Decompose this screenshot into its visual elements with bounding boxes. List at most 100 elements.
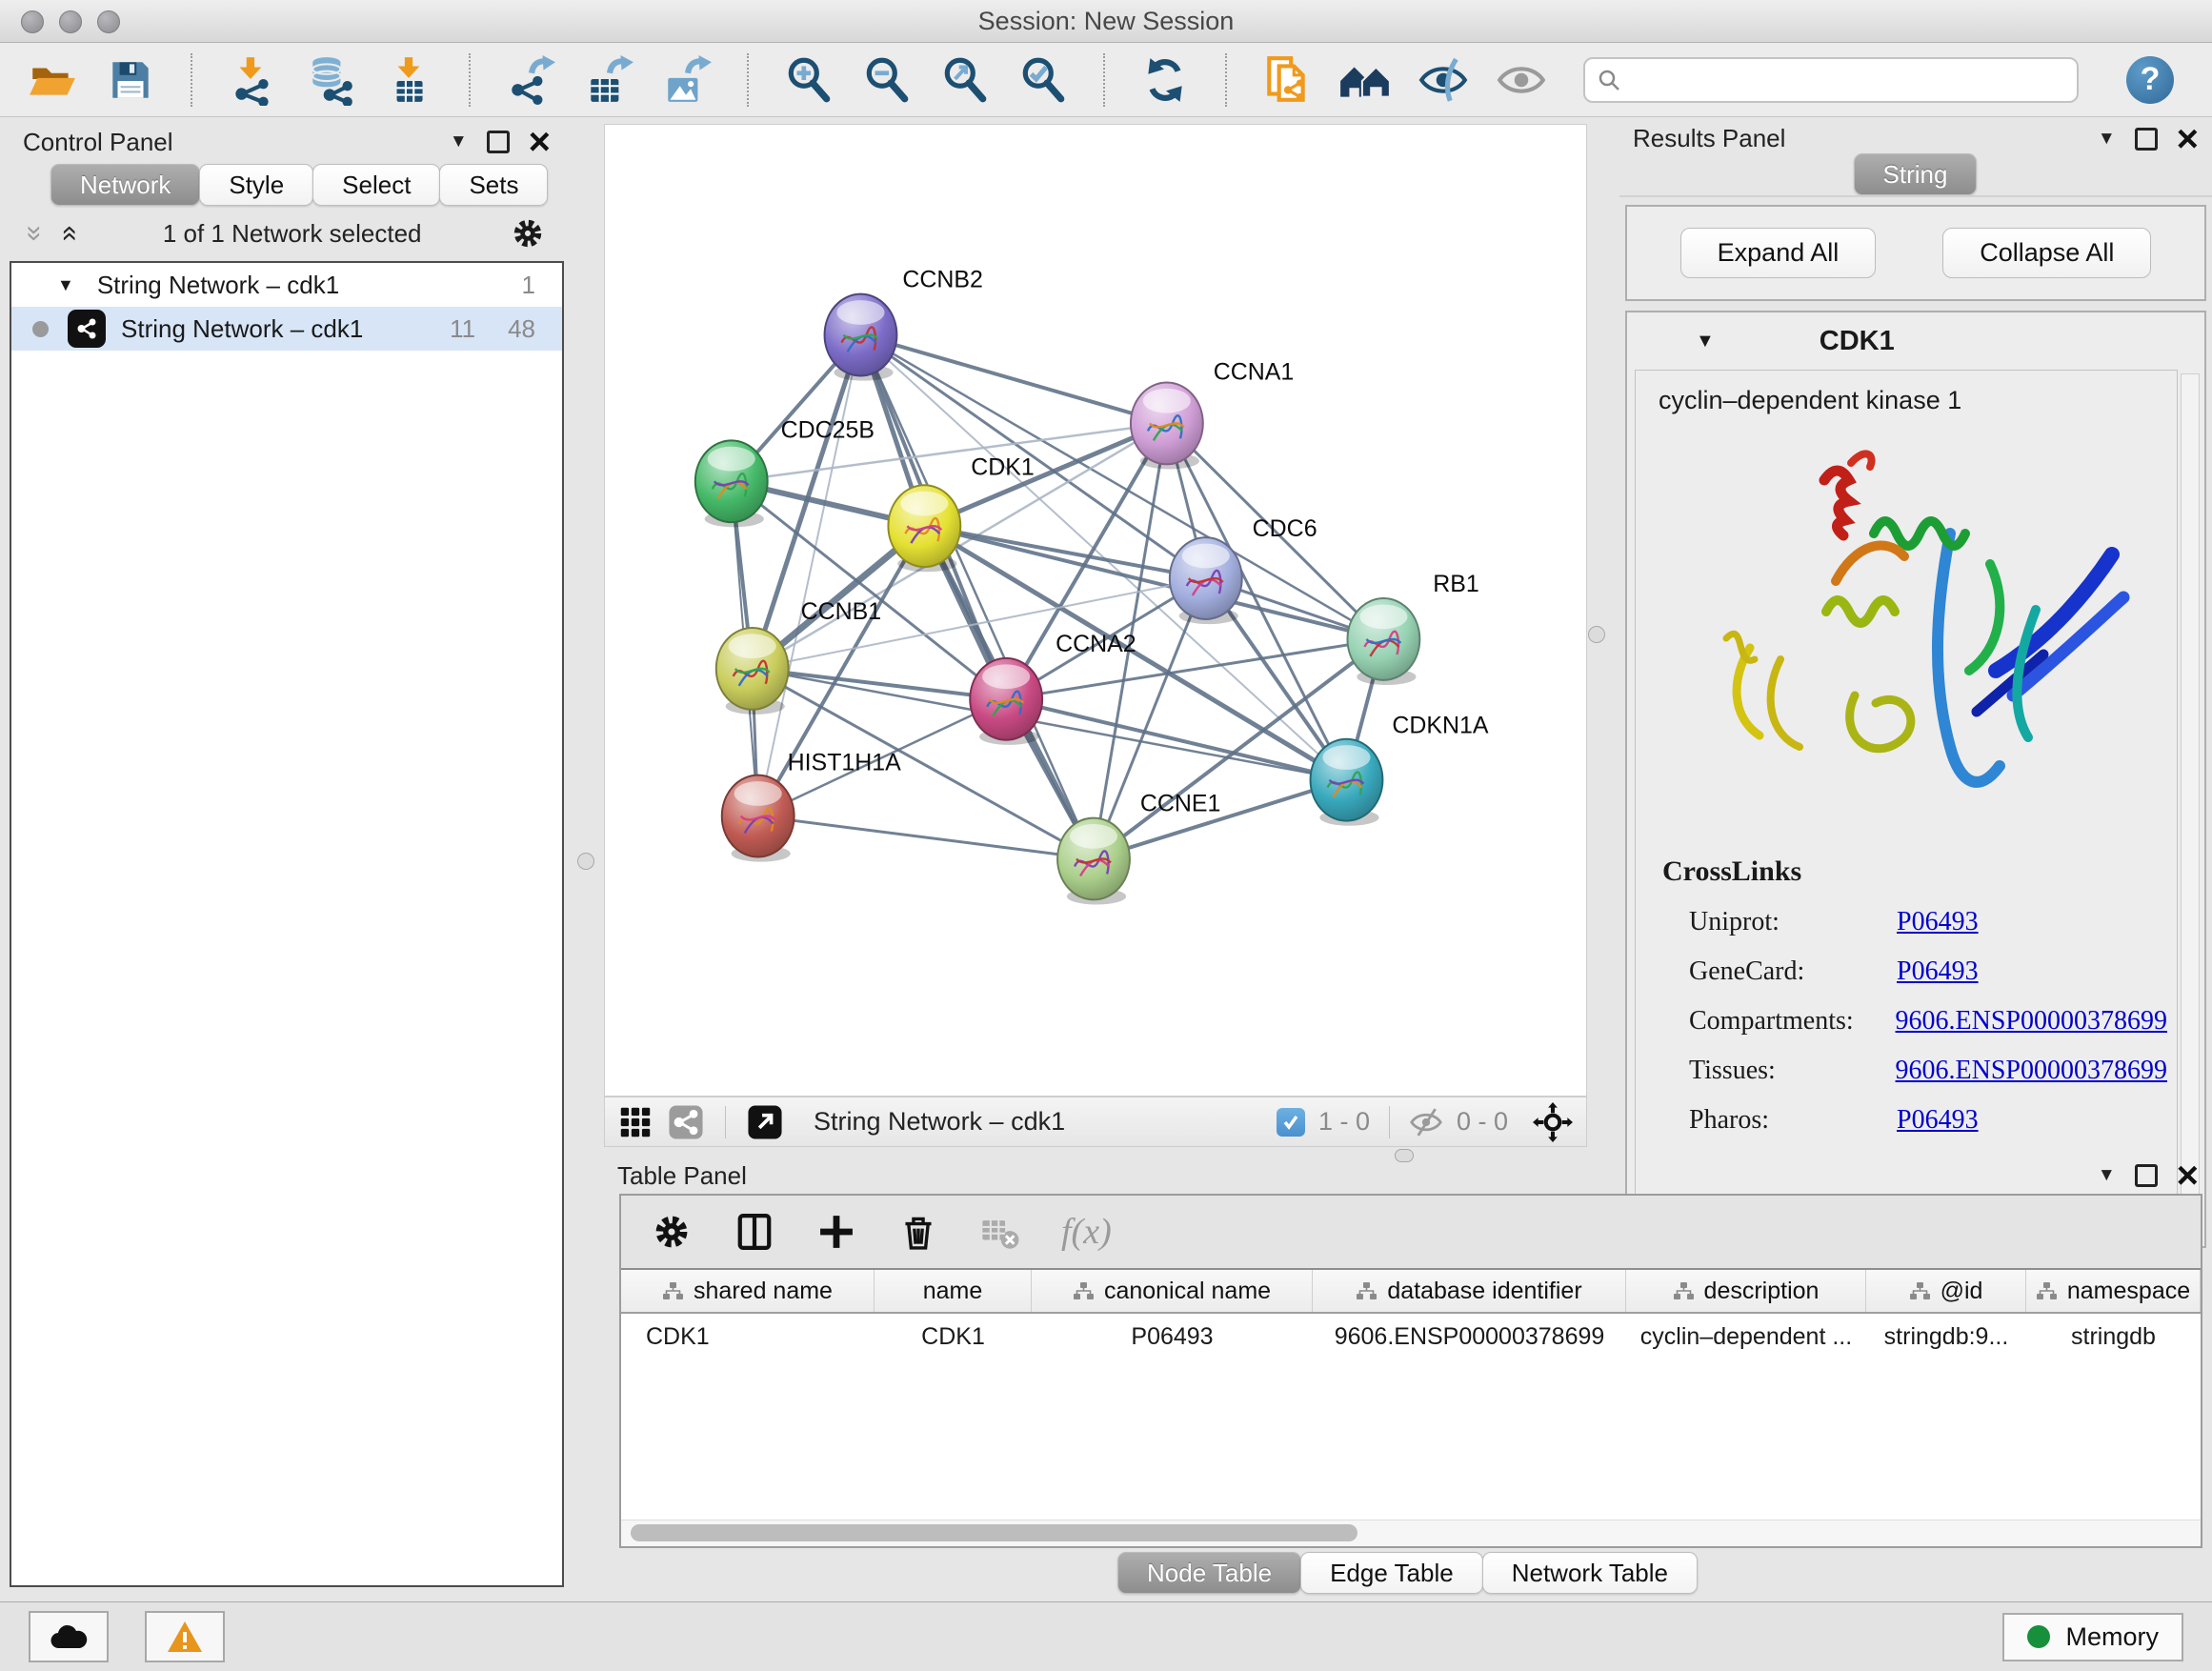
protein-collapse-icon[interactable]: ▼: [1696, 331, 1715, 352]
export-network-icon[interactable]: [503, 52, 558, 108]
delete-column-icon[interactable]: [897, 1211, 939, 1253]
network-options-gear-icon[interactable]: [509, 214, 547, 252]
left-splitter-handle[interactable]: [577, 853, 594, 870]
network-node-CDC6[interactable]: [1170, 537, 1242, 624]
network-graph[interactable]: CCNB2CCNA1CDC25BCDK1CDC6RB1CCNB1CCNA2CDK…: [605, 125, 1586, 1096]
network-edge-CCNB2-RB1[interactable]: [860, 335, 1383, 639]
cell-name[interactable]: CDK1: [875, 1323, 1032, 1351]
collapse-all-button[interactable]: Collapse All: [1942, 228, 2151, 278]
crosslink-pharos[interactable]: P06493: [1897, 1105, 1979, 1136]
panel-float-icon[interactable]: [2135, 128, 2158, 151]
column-header[interactable]: canonical name: [1032, 1270, 1313, 1312]
tab-sets[interactable]: Sets: [439, 164, 548, 206]
import-table-from-file-icon[interactable]: [381, 52, 436, 108]
zoom-out-icon[interactable]: [859, 52, 915, 108]
hide-panel-eye-icon[interactable]: [1416, 52, 1471, 108]
detach-view-icon[interactable]: [747, 1104, 783, 1140]
network-edge-CCNB2-CCNA1[interactable]: [860, 335, 1166, 424]
network-node-CCNE1[interactable]: [1057, 818, 1130, 905]
tab-string[interactable]: String: [1854, 153, 1978, 195]
panel-close-icon[interactable]: ×: [2177, 126, 2199, 152]
column-header[interactable]: namespace: [2026, 1270, 2201, 1312]
expand-all-button[interactable]: Expand All: [1680, 228, 1877, 278]
network-collection-row[interactable]: ▼ String Network – cdk1 1: [11, 263, 562, 307]
crosslink-uniprot[interactable]: P06493: [1897, 907, 1979, 937]
network-node-CCNB1[interactable]: [716, 628, 789, 715]
column-header[interactable]: description: [1626, 1270, 1866, 1312]
cell-shared-name[interactable]: CDK1: [621, 1323, 875, 1351]
help-button[interactable]: ?: [2126, 56, 2174, 104]
cell-namespace[interactable]: stringdb: [2026, 1323, 2201, 1351]
network-edge-CCNB1-CCNA2[interactable]: [753, 669, 1006, 699]
zoom-fit-icon[interactable]: [937, 52, 993, 108]
network-edge-CCNB2-CCNE1[interactable]: [860, 335, 1094, 859]
search-box[interactable]: [1583, 57, 2079, 103]
show-eye-icon[interactable]: [1494, 52, 1549, 108]
network-node-HIST1H1A[interactable]: [722, 775, 794, 862]
table-row[interactable]: CDK1 CDK1 P06493 9606.ENSP00000378699 cy…: [621, 1314, 2201, 1359]
export-image-icon[interactable]: [659, 52, 714, 108]
panel-float-icon[interactable]: [487, 131, 510, 153]
import-network-from-database-icon[interactable]: [303, 52, 358, 108]
selected-items-checkbox[interactable]: [1277, 1108, 1305, 1137]
warnings-button[interactable]: [145, 1611, 225, 1662]
memory-button[interactable]: Memory: [2002, 1613, 2183, 1661]
panel-close-icon[interactable]: ×: [2177, 1162, 2199, 1189]
crosslink-genecard[interactable]: P06493: [1897, 956, 1979, 987]
network-view-canvas[interactable]: CCNB2CCNA1CDC25BCDK1CDC6RB1CCNB1CCNA2CDK…: [604, 124, 1587, 1097]
export-table-icon[interactable]: [581, 52, 636, 108]
network-node-CCNA1[interactable]: [1131, 382, 1203, 469]
cloud-services-button[interactable]: [29, 1611, 109, 1662]
crosslink-compartments[interactable]: 9606.ENSP00000378699: [1896, 1006, 2167, 1037]
tab-edge-table[interactable]: Edge Table: [1300, 1552, 1483, 1594]
tab-select[interactable]: Select: [312, 164, 440, 206]
string-import-icon[interactable]: [1259, 52, 1315, 108]
scrollbar-thumb[interactable]: [631, 1524, 1357, 1541]
network-row[interactable]: String Network – cdk1 11 48: [11, 307, 562, 351]
hidden-items-eye-icon[interactable]: [1409, 1105, 1443, 1139]
search-input[interactable]: [1629, 65, 2065, 94]
add-column-icon[interactable]: [815, 1211, 857, 1253]
network-node-CDK1[interactable]: [888, 485, 960, 572]
network-node-RB1[interactable]: [1347, 598, 1419, 685]
network-node-CCNA2[interactable]: [970, 658, 1042, 745]
network-edge-CCNA2-CDKN1A[interactable]: [1006, 699, 1346, 780]
zoom-selected-icon[interactable]: [1016, 52, 1071, 108]
column-header[interactable]: @id: [1866, 1270, 2026, 1312]
panel-menu-icon[interactable]: ▼: [2098, 1165, 2116, 1186]
delete-table-icon[interactable]: [979, 1211, 1021, 1253]
right-splitter-handle[interactable]: [1588, 626, 1605, 643]
network-node-CDC25B[interactable]: [695, 440, 768, 527]
panel-close-icon[interactable]: ×: [529, 129, 551, 155]
tab-network[interactable]: Network: [50, 164, 200, 206]
crosslink-tissues[interactable]: 9606.ENSP00000378699: [1896, 1056, 2167, 1086]
houses-icon[interactable]: [1337, 52, 1393, 108]
save-session-icon[interactable]: [103, 52, 158, 108]
tab-node-table[interactable]: Node Table: [1117, 1552, 1301, 1594]
show-columns-icon[interactable]: [734, 1211, 775, 1253]
column-header[interactable]: database identifier: [1313, 1270, 1626, 1312]
column-header[interactable]: name: [875, 1270, 1032, 1312]
cell-description[interactable]: cyclin–dependent ...: [1626, 1323, 1866, 1351]
grid-view-icon[interactable]: [618, 1105, 653, 1139]
network-node-CCNB2[interactable]: [825, 294, 897, 381]
apply-layout-icon[interactable]: [1137, 52, 1193, 108]
network-edge-CCNB2-HIST1H1A[interactable]: [758, 335, 861, 816]
cell-database-identifier[interactable]: 9606.ENSP00000378699: [1313, 1323, 1626, 1351]
cell-canonical-name[interactable]: P06493: [1032, 1323, 1313, 1351]
results-scrollbar[interactable]: [2181, 373, 2200, 1233]
panel-float-icon[interactable]: [2135, 1164, 2158, 1187]
network-edge-HIST1H1A-CCNE1[interactable]: [758, 816, 1094, 859]
open-session-icon[interactable]: [25, 52, 80, 108]
table-horizontal-scrollbar[interactable]: [621, 1520, 2201, 1546]
zoom-in-icon[interactable]: [781, 52, 836, 108]
tab-style[interactable]: Style: [199, 164, 313, 206]
panel-menu-icon[interactable]: ▼: [450, 131, 468, 152]
table-options-gear-icon[interactable]: [650, 1210, 694, 1254]
panel-menu-icon[interactable]: ▼: [2098, 129, 2116, 150]
cell-id[interactable]: stringdb:9...: [1866, 1323, 2026, 1351]
birdseye-toggle-icon[interactable]: [1533, 1102, 1573, 1142]
network-node-CDKN1A[interactable]: [1311, 739, 1383, 826]
network-view-icon[interactable]: [668, 1104, 704, 1140]
collapse-all-networks-icon[interactable]: »: [18, 226, 50, 242]
